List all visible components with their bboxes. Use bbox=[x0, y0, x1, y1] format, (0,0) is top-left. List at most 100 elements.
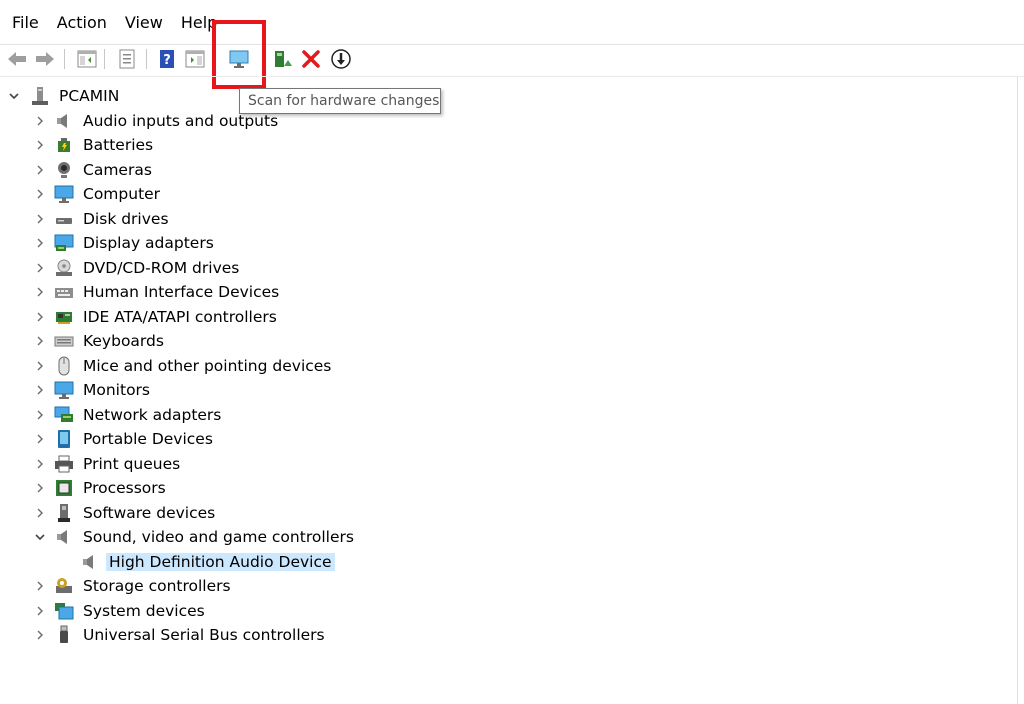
device-category-label: IDE ATA/ATAPI controllers bbox=[83, 307, 277, 326]
device-category-label: Storage controllers bbox=[83, 577, 231, 595]
chevron-right-icon[interactable] bbox=[32, 378, 48, 402]
device-category-row[interactable]: Batteries bbox=[32, 133, 156, 157]
device-category-row[interactable]: Human Interface Devices bbox=[32, 280, 282, 304]
speaker-icon bbox=[80, 552, 100, 572]
camera-icon bbox=[54, 160, 74, 180]
device-category-label: Monitors bbox=[83, 381, 150, 399]
device-category-label: Print queues bbox=[83, 454, 181, 473]
device-category-label: Display adapters bbox=[83, 234, 214, 252]
storage-controller-icon bbox=[54, 576, 74, 596]
chevron-right-icon[interactable] bbox=[32, 476, 48, 500]
monitor-icon bbox=[54, 380, 74, 400]
device-category-row[interactable]: Display adapters bbox=[32, 231, 217, 255]
tree-root[interactable]: PCAMIN bbox=[6, 84, 122, 108]
printer-icon bbox=[54, 454, 74, 474]
disable-device-down-arrow-icon[interactable] bbox=[330, 48, 352, 70]
chevron-right-icon[interactable] bbox=[32, 182, 48, 206]
toolbar-separator bbox=[64, 49, 65, 69]
device-category-label: Processors bbox=[83, 479, 166, 497]
scan-button-highlight-box bbox=[212, 20, 266, 89]
action-pane-icon[interactable] bbox=[184, 48, 206, 70]
chevron-right-icon[interactable] bbox=[32, 158, 48, 182]
device-category-row[interactable]: IDE ATA/ATAPI controllers bbox=[32, 305, 280, 329]
chevron-right-icon[interactable] bbox=[32, 305, 48, 329]
chevron-right-icon[interactable] bbox=[32, 452, 48, 476]
content-top-border bbox=[0, 76, 1024, 77]
chevron-right-icon[interactable] bbox=[32, 354, 48, 378]
chevron-right-icon[interactable] bbox=[32, 207, 48, 231]
ide-controller-icon bbox=[54, 307, 74, 327]
device-category-row[interactable]: Portable Devices bbox=[32, 427, 216, 451]
chevron-right-icon[interactable] bbox=[32, 427, 48, 451]
uninstall-device-x-icon[interactable] bbox=[300, 48, 322, 70]
computer-tree-icon bbox=[30, 86, 50, 106]
device-category-row[interactable]: Keyboards bbox=[32, 329, 167, 353]
device-category-row[interactable]: Storage controllers bbox=[32, 574, 234, 598]
device-category-label: DVD/CD-ROM drives bbox=[83, 258, 240, 277]
dvd-drive-icon bbox=[54, 258, 74, 278]
chevron-right-icon[interactable] bbox=[32, 231, 48, 255]
device-category-row[interactable]: Audio inputs and outputs bbox=[32, 109, 281, 133]
device-label: High Definition Audio Device bbox=[106, 552, 335, 571]
back-arrow-icon[interactable] bbox=[6, 48, 28, 70]
mouse-icon bbox=[54, 356, 74, 376]
device-category-label: Cameras bbox=[83, 160, 152, 179]
device-category-label: Human Interface Devices bbox=[83, 283, 280, 301]
device-category-label: Network adapters bbox=[83, 405, 222, 424]
chevron-right-icon[interactable] bbox=[32, 403, 48, 427]
chevron-right-icon[interactable] bbox=[32, 256, 48, 280]
monitor-icon bbox=[54, 184, 74, 204]
chevron-right-icon[interactable] bbox=[32, 501, 48, 525]
device-category-row[interactable]: Computer bbox=[32, 182, 163, 206]
forward-arrow-icon[interactable] bbox=[34, 48, 56, 70]
speaker-icon bbox=[54, 111, 74, 131]
help-book-icon[interactable]: ? bbox=[156, 48, 178, 70]
device-category-row[interactable]: Network adapters bbox=[32, 403, 224, 427]
device-category-row[interactable]: Sound, video and game controllers bbox=[32, 525, 357, 549]
update-driver-icon[interactable] bbox=[272, 48, 294, 70]
menu-action[interactable]: Action bbox=[57, 13, 107, 32]
device-category-row[interactable]: Print queues bbox=[32, 452, 183, 476]
menu-file[interactable]: File bbox=[12, 13, 39, 32]
chevron-right-icon[interactable] bbox=[32, 623, 48, 647]
keyboard-icon bbox=[54, 331, 74, 351]
device-category-row[interactable]: Mice and other pointing devices bbox=[32, 354, 334, 378]
toolbar-separator bbox=[146, 49, 147, 69]
chevron-down-icon[interactable] bbox=[32, 525, 48, 549]
device-category-label: Keyboards bbox=[83, 332, 164, 350]
device-category-row[interactable]: Software devices bbox=[32, 501, 218, 525]
chevron-right-icon[interactable] bbox=[32, 109, 48, 133]
hid-icon bbox=[54, 282, 74, 302]
chevron-down-icon[interactable] bbox=[6, 84, 22, 108]
device-category-row[interactable]: Cameras bbox=[32, 158, 155, 182]
show-hide-console-tree-icon[interactable] bbox=[76, 48, 98, 70]
device-category-row[interactable]: Disk drives bbox=[32, 207, 172, 231]
device-category-label: Computer bbox=[83, 185, 161, 203]
software-device-icon bbox=[54, 503, 74, 523]
portable-device-icon bbox=[54, 429, 74, 449]
device-row[interactable]: High Definition Audio Device bbox=[74, 550, 335, 574]
device-category-row[interactable]: Processors bbox=[32, 476, 169, 500]
device-category-row[interactable]: Monitors bbox=[32, 378, 153, 402]
menu-view[interactable]: View bbox=[125, 13, 163, 32]
properties-icon[interactable] bbox=[116, 48, 138, 70]
chevron-right-icon[interactable] bbox=[32, 599, 48, 623]
device-category-row[interactable]: DVD/CD-ROM drives bbox=[32, 256, 242, 280]
processor-icon bbox=[54, 478, 74, 498]
device-category-row[interactable]: Universal Serial Bus controllers bbox=[32, 623, 328, 647]
display-adapter-icon bbox=[54, 233, 74, 253]
content-right-border bbox=[1017, 77, 1018, 704]
chevron-right-icon[interactable] bbox=[32, 280, 48, 304]
device-category-label: System devices bbox=[83, 601, 205, 620]
device-category-label: Mice and other pointing devices bbox=[83, 356, 332, 375]
menu-bar: File Action View Help bbox=[0, 0, 1024, 44]
device-category-label: Batteries bbox=[83, 136, 154, 154]
network-adapter-icon bbox=[54, 405, 74, 425]
speaker-icon bbox=[54, 527, 74, 547]
chevron-right-icon[interactable] bbox=[32, 574, 48, 598]
battery-icon bbox=[54, 135, 74, 155]
chevron-right-icon[interactable] bbox=[32, 133, 48, 157]
device-category-row[interactable]: System devices bbox=[32, 599, 208, 623]
chevron-right-icon[interactable] bbox=[32, 329, 48, 353]
device-category-label: Software devices bbox=[83, 503, 216, 522]
